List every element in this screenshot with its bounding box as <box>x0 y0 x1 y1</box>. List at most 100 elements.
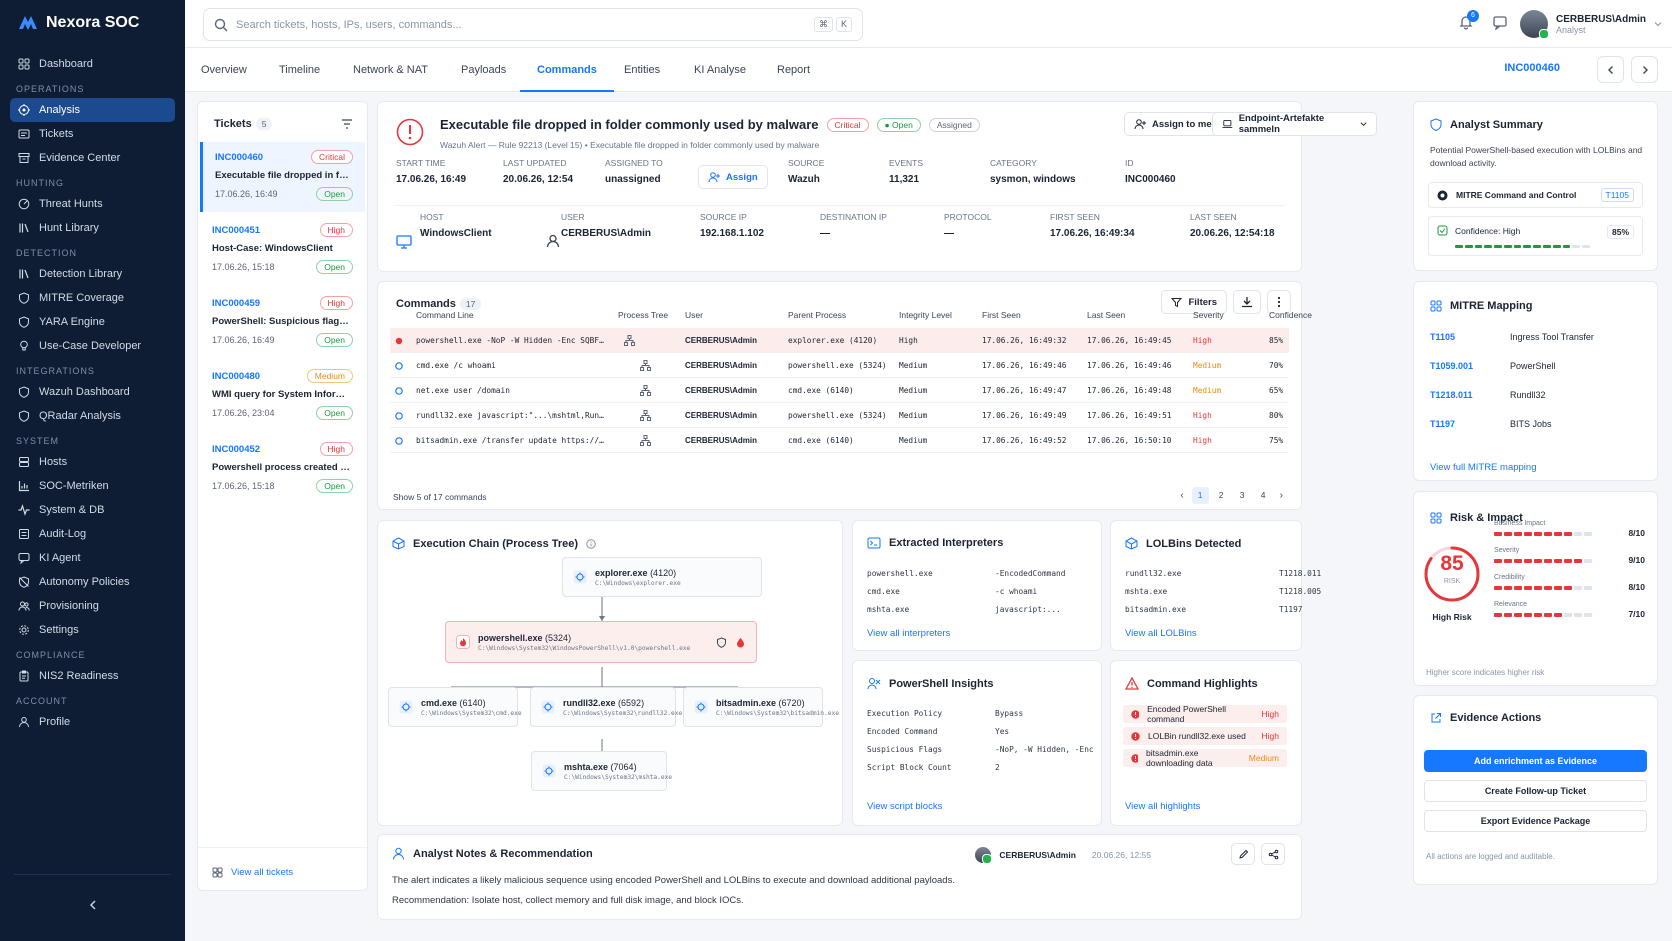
column-header[interactable]: User <box>685 310 703 320</box>
mitre-tactic[interactable]: MITRE Command and Control T1105 <box>1428 182 1643 208</box>
sidebar-item-autonomy-policies[interactable]: Autonomy Policies <box>10 570 175 594</box>
view-script-blocks-link[interactable]: View script blocks <box>867 801 942 812</box>
column-header[interactable]: Integrity Level <box>899 310 952 320</box>
download-button[interactable] <box>1233 290 1261 314</box>
process-node-powershell[interactable]: powershell.exe (5324) C:\Windows\System32… <box>445 621 757 663</box>
mitre-technique-id[interactable]: T1105 <box>1430 332 1455 342</box>
view-all-interpreters-link[interactable]: View all interpreters <box>867 628 950 639</box>
view-all-highlights-link[interactable]: View all highlights <box>1125 801 1200 812</box>
table-row[interactable]: powershell.exe -NoP -W Hidden -Enc SQBFA… <box>390 328 1289 353</box>
process-tree-icon[interactable] <box>640 410 651 421</box>
process-tree-icon[interactable] <box>640 360 651 371</box>
page-1-button[interactable]: 1 <box>1191 487 1209 504</box>
notifications-button[interactable]: 6 <box>1458 10 1479 33</box>
risk-bar-segment <box>1494 559 1502 563</box>
assign-to-me-button[interactable]: Assign to me <box>1124 112 1222 136</box>
table-row[interactable]: net.exe user /domain CERBERUS\Admin cmd.ex… <box>390 378 1289 403</box>
view-all-tickets-link[interactable]: View all tickets <box>212 867 293 878</box>
sidebar-item-mitre-coverage[interactable]: MITRE Coverage <box>10 286 175 310</box>
next-incident-button[interactable] <box>1631 56 1658 83</box>
tab-timeline[interactable]: Timeline <box>279 48 320 92</box>
sidebar-item-detection-library[interactable]: Detection Library <box>10 262 175 286</box>
highlight-item[interactable]: LOLBin rundll32.exe used High <box>1123 727 1287 745</box>
ticket-list-item[interactable]: INC000459 High PowerShell: Suspicious flag… <box>200 288 365 358</box>
search-input[interactable]: Search tickets, hosts, IPs, users, comma… <box>203 8 863 41</box>
collapse-sidebar-button[interactable] <box>0 899 185 911</box>
sidebar-item-threat-hunts[interactable]: Threat Hunts <box>10 192 175 216</box>
page-4-button[interactable]: 4 <box>1255 487 1272 504</box>
process-tree-icon[interactable] <box>624 335 635 346</box>
highlight-item[interactable]: bitsadmin.exe downloading data Medium <box>1123 748 1287 768</box>
page-2-button[interactable]: 2 <box>1213 487 1230 504</box>
filter-icon[interactable] <box>341 118 353 130</box>
column-header[interactable]: Process Tree <box>618 310 668 320</box>
sidebar-item-hunt-library[interactable]: Hunt Library <box>10 216 175 240</box>
brand[interactable]: Nexora SOC <box>0 0 185 46</box>
sidebar-item-yara-engine[interactable]: YARA Engine <box>10 310 175 334</box>
mitre-technique-id[interactable]: T1218.011 <box>1430 390 1473 400</box>
sidebar-item-evidence-center[interactable]: Evidence Center <box>10 146 175 170</box>
column-header[interactable]: Last Seen <box>1087 310 1125 320</box>
table-row[interactable]: cmd.exe /c whoami CERBERUS\Admin powershel… <box>390 353 1289 378</box>
column-header[interactable]: Command Line <box>416 310 474 320</box>
export-evidence-button[interactable]: Export Evidence Package <box>1424 810 1647 832</box>
sidebar-item-system-db[interactable]: System & DB <box>10 498 175 522</box>
sidebar-item-analysis[interactable]: Analysis <box>10 98 175 122</box>
chat-icon[interactable] <box>1492 14 1508 30</box>
process-node-mshta[interactable]: mshta.exe (7064) C:\Windows\System32\msht… <box>531 751 672 791</box>
sidebar-item-profile[interactable]: Profile <box>10 710 175 734</box>
tab-payloads[interactable]: Payloads <box>461 48 506 92</box>
prev-incident-button[interactable] <box>1597 56 1624 83</box>
process-node-explorer[interactable]: explorer.exe (4120) C:\Windows\explorer.e… <box>562 557 762 597</box>
sidebar-item-settings[interactable]: Settings <box>10 618 175 642</box>
sidebar-item-wazuh-dashboard[interactable]: Wazuh Dashboard <box>10 380 175 404</box>
assign-button[interactable]: Assign <box>698 165 768 189</box>
sidebar-item-soc-metriken[interactable]: SOC-Metriken <box>10 474 175 498</box>
ticket-list-item[interactable]: INC000451 High Host-Case: WindowsClient 17.… <box>200 215 365 285</box>
sidebar-item-hosts[interactable]: Hosts <box>10 450 175 474</box>
table-row[interactable]: rundll32.exe javascript:"...\mshtml,RunH… <box>390 403 1289 428</box>
mitre-technique-name: PowerShell <box>1510 361 1556 371</box>
tab-entities[interactable]: Entities <box>624 48 660 92</box>
mitre-technique-id[interactable]: T1059.001 <box>1430 361 1473 371</box>
mitre-technique-id[interactable]: T1197 <box>1430 419 1455 429</box>
tab-ki-analyse[interactable]: KI Analyse <box>694 48 746 92</box>
share-note-button[interactable] <box>1261 843 1285 865</box>
column-header[interactable]: Severity <box>1193 310 1224 320</box>
create-followup-button[interactable]: Create Follow-up Ticket <box>1424 780 1647 802</box>
sidebar-item-provisioning[interactable]: Provisioning <box>10 594 175 618</box>
ticket-list-item[interactable]: INC000452 High Powershell process created … <box>200 434 365 504</box>
column-header[interactable]: Parent Process <box>788 310 846 320</box>
ticket-list-item[interactable]: INC000460 Critical Executable file dropped… <box>200 142 365 212</box>
sidebar-item-audit-log[interactable]: Audit-Log <box>10 522 175 546</box>
sidebar-item-ki-agent[interactable]: KI Agent <box>10 546 175 570</box>
process-tree-icon[interactable] <box>640 435 651 446</box>
edit-note-button[interactable] <box>1231 843 1255 865</box>
process-tree-icon[interactable] <box>640 385 651 396</box>
process-node-rundll32[interactable]: rundll32.exe (6592) C:\Windows\System32\r… <box>530 687 682 727</box>
table-row[interactable]: bitsadmin.exe /transfer update https://m… <box>390 428 1289 453</box>
view-full-mitre-link[interactable]: View full MITRE mapping <box>1430 462 1536 473</box>
sidebar-item-use-case-developer[interactable]: Use-Case Developer <box>10 334 175 358</box>
tab-overview[interactable]: Overview <box>201 48 247 92</box>
next-page-button[interactable]: › <box>1276 490 1287 501</box>
process-node-cmd[interactable]: cmd.exe (6140) C:\Windows\System32\cmd.ex… <box>388 687 522 727</box>
user-menu[interactable]: CERBERUS\Admin Analyst <box>1519 10 1662 39</box>
process-node-bitsadmin[interactable]: bitsadmin.exe (6720) C:\Windows\System32\… <box>683 687 839 727</box>
tab-commands[interactable]: Commands <box>520 48 614 92</box>
add-enrichment-button[interactable]: Add enrichment as Evidence <box>1424 750 1647 772</box>
sidebar-item-dashboard[interactable]: Dashboard <box>10 52 175 76</box>
ticket-list-item[interactable]: INC000480 Medium WMI query for System Info… <box>200 361 365 431</box>
prev-page-button[interactable]: ‹ <box>1176 490 1187 501</box>
column-header[interactable]: First Seen <box>982 310 1021 320</box>
tab-report[interactable]: Report <box>777 48 810 92</box>
sidebar-item-tickets[interactable]: Tickets <box>10 122 175 146</box>
collect-artifacts-dropdown[interactable]: Endpoint-Artefakte sammeln <box>1212 112 1377 136</box>
tab-network-nat[interactable]: Network & NAT <box>353 48 428 92</box>
sidebar-item-qradar-analysis[interactable]: QRadar Analysis <box>10 404 175 428</box>
view-all-lolbins-link[interactable]: View all LOLBins <box>1125 628 1197 639</box>
page-3-button[interactable]: 3 <box>1234 487 1251 504</box>
highlight-item[interactable]: Encoded PowerShell command High <box>1123 704 1287 724</box>
column-header[interactable]: Confidence <box>1269 310 1312 320</box>
sidebar-item-nis2-readiness[interactable]: NIS2 Readiness <box>10 664 175 688</box>
